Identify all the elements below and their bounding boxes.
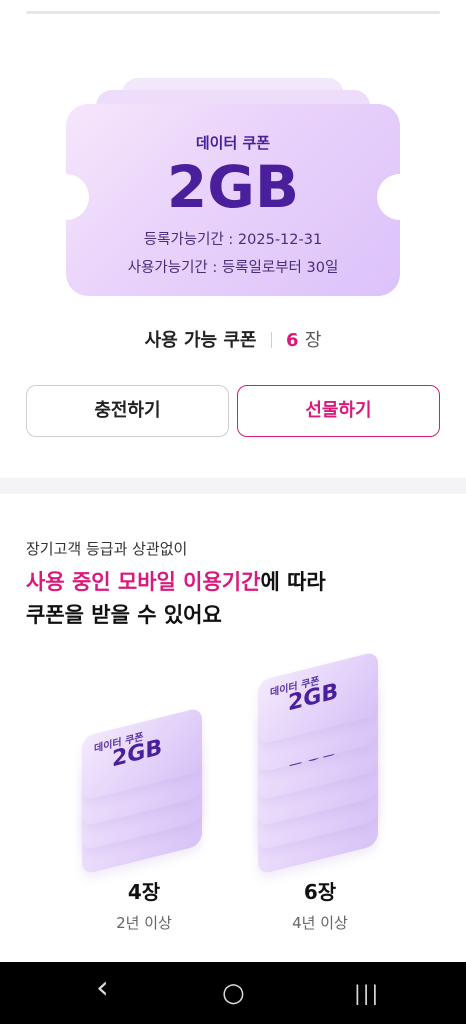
gift-button[interactable]: 선물하기 <box>237 385 440 437</box>
info-title: 사용 중인 모바일 이용기간에 따라 쿠폰을 받을 수 있어요 <box>26 566 326 632</box>
top-divider <box>26 11 440 14</box>
section-divider <box>0 478 466 494</box>
home-icon[interactable]: ○ <box>222 980 245 1006</box>
tier-2-count: 6장 <box>303 880 337 904</box>
info-title-highlight: 사용 중인 모바일 이용기간 <box>26 570 261 594</box>
info-title-line2: 쿠폰을 받을 수 있어요 <box>26 603 222 627</box>
available-coupons: 사용 가능 쿠폰 6 장 <box>0 326 466 352</box>
available-separator <box>270 332 272 348</box>
tier-6-coupon-illustration: 2GB 데이터 쿠폰 2GB <box>258 651 388 875</box>
tier-1-count: 4장 <box>127 880 161 904</box>
tier-1-desc: 2년 이상 <box>116 914 172 932</box>
system-nav-bar: ‹ ○ ||| <box>0 962 466 1024</box>
charge-button[interactable]: 충전하기 <box>26 385 229 437</box>
coupon-register-period: 등록가능기간 : 2025-12-31 <box>143 232 323 248</box>
coupon-use-period: 사용가능기간 : 등록일로부터 30일 <box>127 260 339 276</box>
recents-icon[interactable]: ||| <box>354 980 380 1006</box>
available-unit: 장 <box>304 330 322 351</box>
available-label: 사용 가능 쿠폰 <box>144 330 257 351</box>
coupon-amount: 2GB <box>166 153 300 221</box>
coupon-card-stack: 데이터 쿠폰 2GB 등록가능기간 : 2025-12-31 사용가능기간 : … <box>66 78 400 298</box>
available-count: 6 <box>286 330 299 351</box>
coupon-label: 데이터 쿠폰 <box>195 134 271 152</box>
tier-4-coupon-illustration: 데이터 쿠폰 2GB <box>82 707 212 875</box>
coupon-card: 데이터 쿠폰 2GB 등록가능기간 : 2025-12-31 사용가능기간 : … <box>66 104 400 296</box>
info-title-rest: 에 따라 <box>260 570 326 594</box>
back-icon[interactable]: ‹ <box>96 971 109 1003</box>
tier-2-desc: 4년 이상 <box>292 914 348 932</box>
info-subtitle: 장기고객 등급과 상관없이 <box>26 540 188 558</box>
